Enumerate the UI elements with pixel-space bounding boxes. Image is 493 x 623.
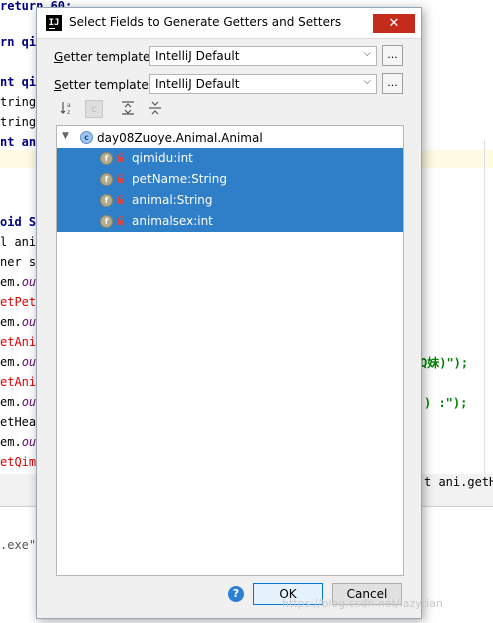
run-output-text: .exe" [0,538,37,552]
class-icon: c [80,131,93,144]
svg-text:z: z [67,109,70,116]
getter-template-value: IntelliJ Default [155,49,240,63]
code-line: l ani [0,234,36,250]
close-icon: ✕ [388,16,400,31]
getter-template-combo[interactable]: IntelliJ Default ⌵ [149,46,377,66]
code-token: etAni [0,335,37,349]
code-token: tring [0,115,37,129]
code-token: etQim [0,455,37,469]
code-token: etAni [0,375,37,389]
field-label: animalsex:int [132,214,213,228]
show-classes-button[interactable]: c [85,100,103,118]
setter-label-text: etter template: [61,78,153,92]
setter-template-value: IntelliJ Default [155,77,240,91]
code-fragment-right-1: Q妹)"); [420,356,469,370]
code-line: etPet [0,294,36,310]
field-row-qimidu[interactable]: f qimidu:int [57,148,403,169]
field-row-animal[interactable]: f animal:String [57,190,403,211]
field-icon: f [100,215,113,228]
setter-template-label: Setter template: [54,78,153,92]
code-line: tring [0,94,36,110]
right-margin-guide [484,140,485,480]
code-token: l ani [0,235,37,249]
code-token: nt an [0,135,37,149]
setter-label-mnemonic: S [54,78,62,92]
setter-template-browse-button[interactable]: ... [382,73,403,94]
svg-text:a: a [67,102,71,109]
getter-label-text: etter template: [63,50,155,64]
code-token: em. [0,315,22,329]
private-lock-icon [118,195,124,204]
code-line: etHea [0,414,36,430]
code-line: nt qi [0,74,36,90]
fields-tree[interactable]: ▼ c day08Zuoye.Animal.Animal f qimidu:in… [56,125,404,576]
dialog-titlebar[interactable]: IJ Select Fields to Generate Getters and… [37,8,421,39]
chevron-down-icon: ⌵ [363,76,371,87]
field-row-animalsex[interactable]: f animalsex:int [57,211,403,232]
getter-template-browse-button[interactable]: ... [382,45,403,66]
expand-all-icon [122,101,134,115]
field-icon: f [100,173,113,186]
sort-alpha-icon: a z [60,102,71,116]
collapse-all-icon [149,101,161,115]
code-line: nt an [0,134,36,150]
field-row-petname[interactable]: f petName:String [57,169,403,190]
code-line: etQim [0,454,36,470]
help-button[interactable]: ? [228,586,244,602]
setter-template-combo[interactable]: IntelliJ Default ⌵ [149,74,377,94]
generate-getters-setters-dialog: IJ Select Fields to Generate Getters and… [36,7,422,619]
chevron-down-icon: ⌵ [363,48,371,59]
chevron-down-icon[interactable]: ▼ [62,131,69,141]
getter-label-mnemonic: G [54,50,64,64]
field-label: animal:String [132,193,213,207]
code-token: oid S [0,215,37,229]
expand-all-button[interactable] [119,100,137,118]
getter-template-label: Getter template: [54,50,154,64]
code-token: em. [0,395,22,409]
code-line: etAni [0,334,36,350]
class-filter-icon: c [91,104,97,115]
code-token: etHea [0,415,37,429]
private-lock-icon [118,216,124,225]
code-token: em. [0,435,22,449]
collapse-all-button[interactable] [146,100,164,118]
intellij-app-icon: IJ [46,15,62,31]
tree-root-label: day08Zuoye.Animal.Animal [97,131,263,145]
field-label: petName:String [132,172,227,186]
code-line: etAni [0,374,36,390]
code-line: tring [0,114,36,130]
private-lock-icon [118,153,124,162]
close-button[interactable]: ✕ [373,14,415,33]
field-label: qimidu:int [132,151,193,165]
dialog-title: Select Fields to Generate Getters and Se… [69,15,342,29]
code-fragment-right-2: ) :"); [424,396,468,410]
code-token: em. [0,355,22,369]
watermark: https://blog.csdn.net/lazytian [282,597,443,610]
code-token: nt qi [0,75,37,89]
tree-root-class[interactable]: ▼ c day08Zuoye.Animal.Animal [57,128,403,148]
code-fragment-right-3: t ani.getH [424,475,493,489]
code-token: em. [0,275,22,289]
code-line: oid S [0,214,36,230]
code-token: etPet [0,295,37,309]
code-token: tring [0,95,37,109]
field-icon: f [100,194,113,207]
field-icon: f [100,152,113,165]
sort-alpha-button[interactable]: a z [59,100,77,118]
private-lock-icon [118,174,124,183]
